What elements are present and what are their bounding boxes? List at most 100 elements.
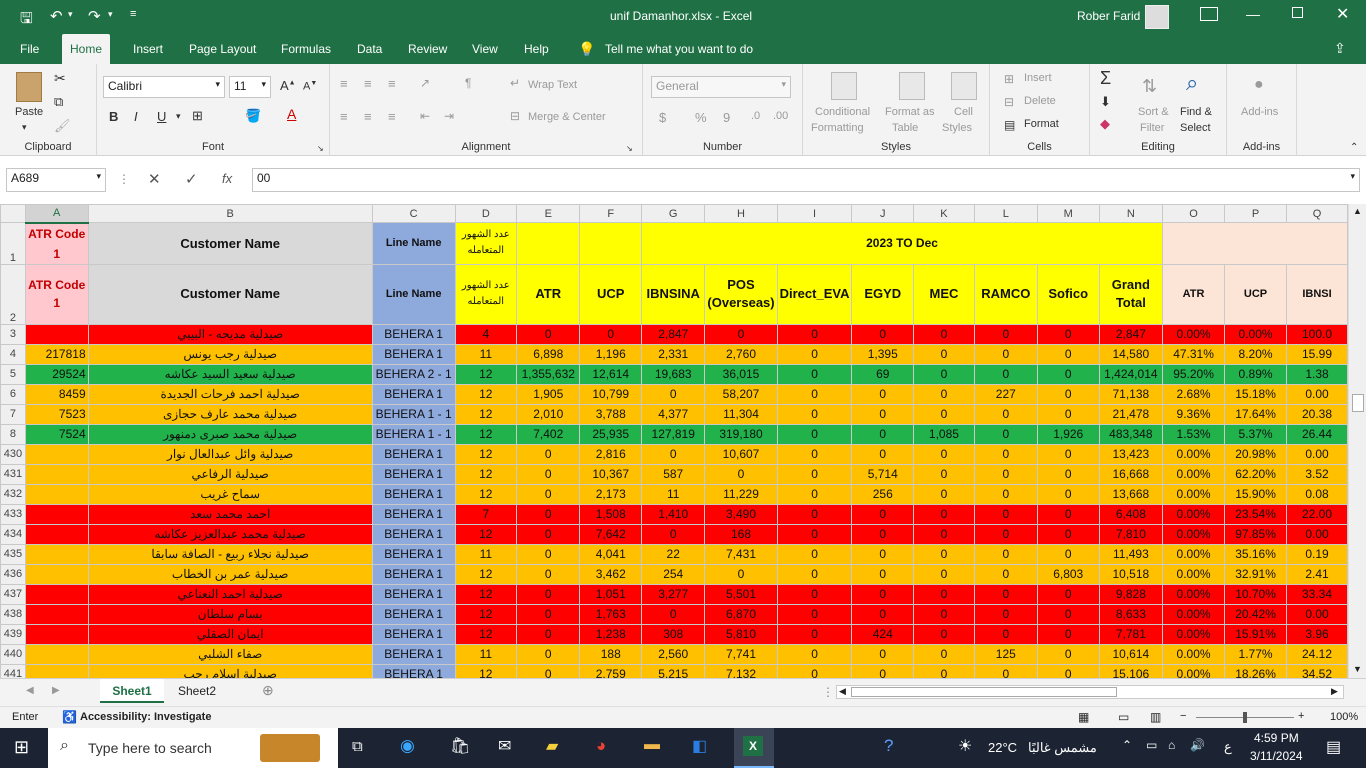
cell-sofico[interactable]: 0	[1036, 663, 1100, 678]
cell-customer-name[interactable]: صيدلية احمد النعناعي	[87, 583, 373, 605]
cell-ucp-pct[interactable]: 15.18%	[1224, 383, 1288, 405]
cell-line-name[interactable]: BEHERA 1 - 1	[371, 403, 456, 425]
cell-direct-eva[interactable]: 0	[776, 403, 853, 425]
cell-mec[interactable]: 0	[913, 603, 975, 625]
row-header[interactable]: 434	[0, 523, 26, 545]
cell-atr-code[interactable]	[24, 663, 89, 678]
cell-customer-name[interactable]: صيدلية سعيد السيد عكاشه	[87, 363, 373, 385]
cell-direct-eva[interactable]: 0	[776, 623, 853, 645]
cell-months[interactable]: 12	[454, 443, 518, 465]
cell-pos[interactable]: 0	[704, 323, 778, 345]
cell-atr-pct[interactable]: 0.00%	[1162, 323, 1226, 345]
cell-line-name[interactable]: BEHERA 1	[371, 483, 456, 505]
next-sheet-icon[interactable]: ▶	[52, 685, 60, 696]
cell-ibnsina[interactable]: 11	[641, 483, 706, 505]
cell-grand-total[interactable]: 11,493	[1098, 543, 1164, 565]
cell-egyd[interactable]: 5,714	[851, 463, 915, 485]
find-select-icon[interactable]: ⌕	[1186, 70, 1198, 96]
expand-formula-icon[interactable]: ▾	[1350, 171, 1355, 182]
cell-ucp-pct[interactable]: 20.98%	[1224, 443, 1288, 465]
cell-atr-pct[interactable]: 0.00%	[1162, 583, 1226, 605]
cell-ibnsina-pct[interactable]: 24.12	[1286, 643, 1348, 665]
sort-filter-button-line2[interactable]: Filter	[1140, 122, 1164, 134]
cell-atr-code[interactable]: 7524	[24, 423, 89, 445]
horizontal-scrollbar[interactable]: ◀ ▶	[836, 685, 1344, 699]
text-direction-icon[interactable]: ¶	[465, 76, 471, 90]
autosum-icon[interactable]: Σ	[1100, 68, 1111, 89]
prev-sheet-icon[interactable]: ◀	[26, 685, 34, 696]
cell-customer-name[interactable]: صيدلية عمر بن الخطاب	[87, 563, 373, 585]
mail-icon[interactable]: ✉	[498, 736, 511, 756]
cell-atr-code[interactable]	[24, 463, 89, 485]
cell-atr-pct[interactable]: 0.00%	[1162, 663, 1226, 678]
cell-grand-total[interactable]: 13,668	[1098, 483, 1164, 505]
cell-egyd[interactable]: 0	[851, 443, 915, 465]
orientation-icon[interactable]: ↗	[420, 76, 430, 90]
paste-icon[interactable]	[16, 72, 42, 102]
cell-sofico[interactable]: 0	[1036, 443, 1100, 465]
cell-ibnsina-pct[interactable]: 0.19	[1286, 543, 1348, 565]
redo-dropdown-icon[interactable]: ▾	[108, 9, 113, 20]
underline-dropdown-icon[interactable]: ▾	[176, 111, 181, 122]
outlook-icon[interactable]: ◧	[692, 736, 707, 756]
cell-atr-pct[interactable]: 2.68%	[1162, 383, 1226, 405]
header-cell-pos-overseas[interactable]: POS (Overseas)	[704, 263, 778, 325]
font-name-select[interactable]: Calibri ▾	[103, 76, 225, 98]
cell-ramco[interactable]: 0	[973, 523, 1038, 545]
cell-ibnsina[interactable]: 308	[641, 623, 706, 645]
cell-grand-total[interactable]: 71,138	[1098, 383, 1164, 405]
cell-customer-name[interactable]: سماح غريب	[87, 483, 373, 505]
cell-atr-pct[interactable]: 0.00%	[1162, 483, 1226, 505]
cell-ucp[interactable]: 1,508	[579, 503, 643, 525]
tab-data[interactable]: Data	[349, 34, 390, 64]
cell-ibnsina-pct[interactable]: 0.08	[1286, 483, 1348, 505]
zoom-slider-thumb[interactable]	[1243, 712, 1247, 723]
cell-ibnsina[interactable]: 4,377	[641, 403, 706, 425]
cell-line-name[interactable]: BEHERA 2 - 1	[371, 363, 456, 385]
cell-pos[interactable]: 36,015	[704, 363, 778, 385]
cell-ibnsina-pct[interactable]: 0.00	[1286, 603, 1348, 625]
cell-line-name[interactable]: BEHERA 1	[371, 443, 456, 465]
cell-ramco[interactable]: 0	[973, 363, 1038, 385]
cell-ibnsina-pct[interactable]: 20.38	[1286, 403, 1348, 425]
cell-customer-name[interactable]: احمد محمد سعد	[87, 503, 373, 525]
cell-line-name[interactable]: BEHERA 1	[371, 583, 456, 605]
cell-atr-code[interactable]	[24, 583, 89, 605]
cell-ucp-pct[interactable]: 18.26%	[1224, 663, 1288, 678]
cell-line-name[interactable]: BEHERA 1	[371, 543, 456, 565]
header-cell-blank[interactable]	[516, 222, 581, 265]
cell-sofico[interactable]: 0	[1036, 403, 1100, 425]
column-header-l[interactable]: L	[973, 204, 1038, 223]
cell-ibnsina[interactable]: 254	[641, 563, 706, 585]
cell-customer-name[interactable]: صيدلية رجب يونس	[87, 343, 373, 365]
cell-ramco[interactable]: 0	[973, 503, 1038, 525]
cell-ibnsina[interactable]: 22	[641, 543, 706, 565]
column-header-o[interactable]: O	[1162, 204, 1226, 223]
help-icon[interactable]: ?	[884, 736, 893, 756]
paste-button[interactable]: Paste	[15, 106, 43, 118]
cell-ucp[interactable]: 10,367	[579, 463, 643, 485]
wrap-text-icon[interactable]: ↵	[510, 76, 520, 90]
clock-date[interactable]: 3/11/2024	[1250, 749, 1303, 763]
cell-mec[interactable]: 0	[913, 363, 975, 385]
header-cell-months[interactable]: عدد الشهور المتعامله	[454, 222, 518, 265]
cell-atr-code[interactable]	[24, 443, 89, 465]
cell-line-name[interactable]: BEHERA 1	[371, 343, 456, 365]
tab-formulas[interactable]: Formulas	[273, 34, 339, 64]
insert-function-icon[interactable]: fx	[222, 171, 232, 186]
cell-egyd[interactable]: 256	[851, 483, 915, 505]
underline-button[interactable]: U	[157, 109, 166, 124]
align-left-icon[interactable]: ≡	[340, 109, 348, 124]
cell-direct-eva[interactable]: 0	[776, 383, 853, 405]
cell-line-name[interactable]: BEHERA 1	[371, 323, 456, 345]
cell-sofico[interactable]: 6,803	[1036, 563, 1100, 585]
cell-direct-eva[interactable]: 0	[776, 663, 853, 678]
header-cell-atr-code[interactable]: ATR Code 1	[24, 263, 89, 325]
cell-sofico[interactable]: 0	[1036, 503, 1100, 525]
column-header-b[interactable]: B	[87, 204, 373, 223]
header-cell-ucp[interactable]: UCP	[579, 263, 643, 325]
column-header-n[interactable]: N	[1098, 204, 1164, 223]
tab-file[interactable]: File	[12, 34, 47, 64]
restore-icon[interactable]	[1292, 7, 1303, 18]
cell-ibnsina[interactable]: 0	[641, 523, 706, 545]
